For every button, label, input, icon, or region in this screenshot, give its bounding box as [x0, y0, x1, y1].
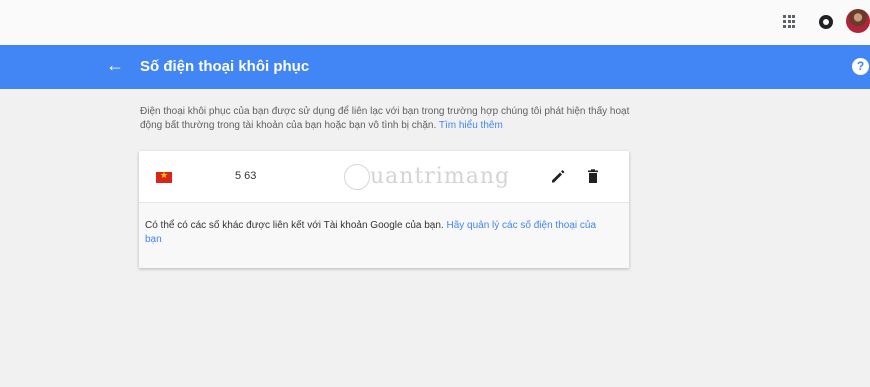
- vietnam-flag-icon: [156, 170, 172, 183]
- phone-card-row: 5 63 uantrimang: [139, 151, 629, 203]
- phone-card: 5 63 uantrimang Có thể có các số khác đư…: [139, 151, 629, 268]
- edit-icon[interactable]: [550, 168, 566, 184]
- description-text: Điện thoại khôi phục của bạn được sử dụn…: [140, 106, 630, 131]
- notifications-icon[interactable]: [819, 15, 833, 29]
- watermark: uantrimang: [370, 164, 511, 189]
- help-icon[interactable]: ?: [852, 58, 869, 75]
- avatar[interactable]: [846, 9, 870, 33]
- learn-more-link[interactable]: Tìm hiểu thêm: [439, 120, 503, 131]
- note-text: Có thể có các số khác được liên kết với …: [145, 220, 444, 231]
- top-bar: [0, 0, 870, 45]
- page-title: Số điện thoại khôi phục: [140, 58, 310, 75]
- apps-grid-icon[interactable]: [783, 15, 797, 29]
- page-header: ← Số điện thoại khôi phục ?: [0, 45, 870, 89]
- back-arrow-icon[interactable]: ←: [106, 55, 126, 75]
- description: Điện thoại khôi phục của bạn được sử dụn…: [140, 105, 640, 133]
- phone-number: 5 63: [235, 170, 257, 182]
- delete-icon[interactable]: [585, 168, 601, 184]
- linked-numbers-note: Có thể có các số khác được liên kết với …: [145, 219, 615, 247]
